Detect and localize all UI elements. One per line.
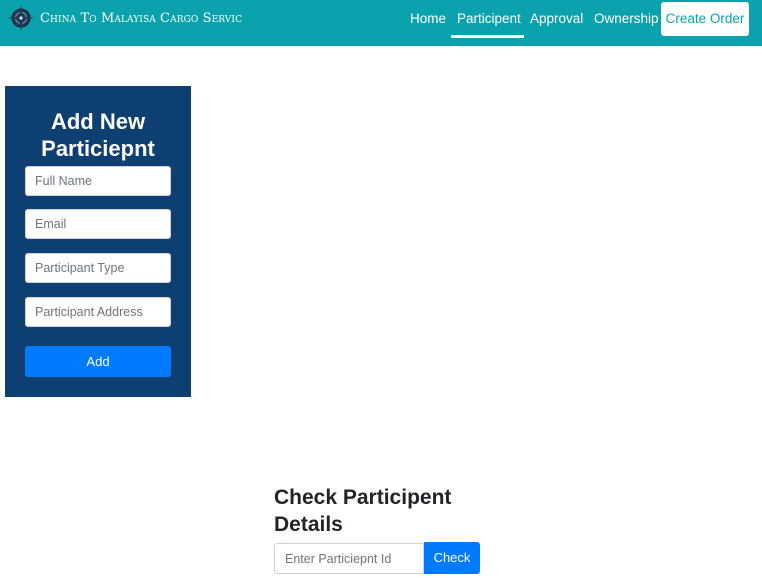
nav-link-participent[interactable]: Participent [457, 11, 521, 27]
add-participant-title: Add New Particiepnt [41, 109, 155, 161]
participant-type-input[interactable] [25, 253, 171, 283]
check-participant-title: Check Participent Details [274, 486, 452, 536]
create-order-button[interactable]: Create Order [661, 2, 749, 36]
add-button[interactable]: Add [25, 346, 171, 377]
check-button[interactable]: Check [424, 542, 480, 574]
top-navbar: China To Malayisa Cargo Servic Home Part… [0, 0, 762, 46]
add-participant-panel: Add New Particiepnt Add [5, 86, 191, 397]
full-name-input[interactable] [25, 166, 171, 196]
active-nav-indicator [451, 35, 524, 38]
participant-address-input[interactable] [25, 297, 171, 327]
nav-link-home[interactable]: Home [410, 11, 446, 27]
brand[interactable]: China To Malayisa Cargo Servic [6, 3, 242, 33]
brand-name: China To Malayisa Cargo Servic [40, 10, 243, 26]
email-input[interactable] [25, 209, 171, 239]
participant-id-input[interactable] [274, 543, 424, 574]
nav-link-approval[interactable]: Approval [530, 11, 583, 27]
compass-logo-icon [6, 3, 36, 33]
nav-link-ownership[interactable]: Ownership [594, 11, 659, 27]
